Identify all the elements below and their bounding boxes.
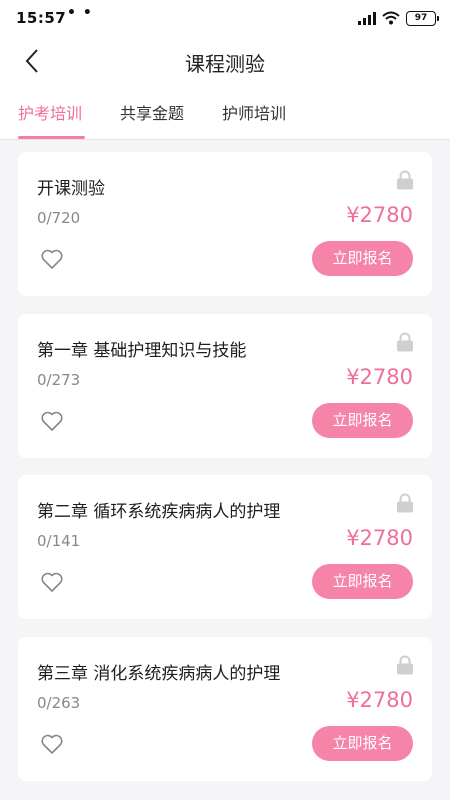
tab-bar: 护考培训 共享金题 护师培训 bbox=[0, 84, 450, 140]
status-bar: 15:57 • • 97 bbox=[0, 0, 450, 38]
enroll-button[interactable]: 立即报名 bbox=[312, 726, 413, 761]
tab-nurse-practitioner[interactable]: 护师培训 bbox=[222, 100, 286, 124]
course-title: 第二章 循环系统疾病病人的护理 bbox=[37, 502, 281, 522]
course-progress: 0/273 bbox=[37, 371, 81, 389]
course-price: ¥2780 bbox=[346, 365, 413, 389]
active-tab-indicator bbox=[18, 136, 85, 139]
course-progress: 0/263 bbox=[37, 694, 81, 712]
tab-nurse-exam[interactable]: 护考培训 bbox=[18, 100, 82, 124]
course-card[interactable]: 开课测验 0/720 ¥2780 立即报名 bbox=[18, 152, 432, 296]
heart-icon[interactable] bbox=[40, 410, 64, 432]
course-progress: 0/141 bbox=[37, 532, 81, 550]
enroll-button[interactable]: 立即报名 bbox=[312, 403, 413, 438]
course-title: 第三章 消化系统疾病病人的护理 bbox=[37, 664, 281, 684]
course-card[interactable]: 第二章 循环系统疾病病人的护理 0/141 ¥2780 立即报名 bbox=[18, 475, 432, 619]
course-card[interactable]: 第一章 基础护理知识与技能 0/273 ¥2780 立即报名 bbox=[18, 314, 432, 458]
notification-dots: • • bbox=[67, 5, 93, 21]
lock-icon bbox=[397, 655, 413, 675]
heart-icon[interactable] bbox=[40, 733, 64, 755]
enroll-button[interactable]: 立即报名 bbox=[312, 241, 413, 276]
wifi-icon bbox=[382, 11, 400, 25]
nav-bar: 课程测验 bbox=[0, 38, 450, 84]
lock-icon bbox=[397, 493, 413, 513]
heart-icon[interactable] bbox=[40, 571, 64, 593]
battery-icon: 97 bbox=[406, 10, 439, 26]
enroll-button[interactable]: 立即报名 bbox=[312, 564, 413, 599]
heart-icon[interactable] bbox=[40, 248, 64, 270]
status-time: 15:57 bbox=[16, 9, 67, 27]
course-price: ¥2780 bbox=[346, 203, 413, 227]
course-title: 第一章 基础护理知识与技能 bbox=[37, 341, 247, 361]
tab-shared-questions[interactable]: 共享金题 bbox=[120, 100, 184, 124]
course-price: ¥2780 bbox=[346, 688, 413, 712]
course-price: ¥2780 bbox=[346, 526, 413, 550]
course-title: 开课测验 bbox=[37, 179, 105, 199]
course-progress: 0/720 bbox=[37, 209, 81, 227]
lock-icon bbox=[397, 332, 413, 352]
page-title: 课程测验 bbox=[185, 52, 265, 76]
course-list[interactable]: 开课测验 0/720 ¥2780 立即报名 第一章 基础护理知识与技能 0/27… bbox=[0, 140, 450, 800]
signal-icon bbox=[358, 11, 376, 25]
status-icons: 97 bbox=[358, 9, 439, 27]
lock-icon bbox=[397, 170, 413, 190]
course-card[interactable]: 第三章 消化系统疾病病人的护理 0/263 ¥2780 立即报名 bbox=[18, 637, 432, 781]
